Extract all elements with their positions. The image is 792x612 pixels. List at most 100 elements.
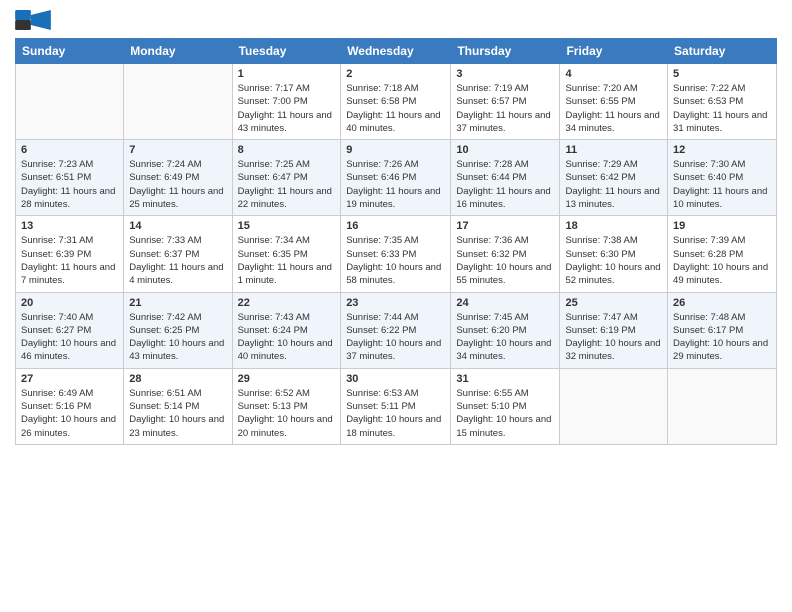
day-number: 13	[21, 220, 118, 232]
calendar-cell: 25 Sunrise: 7:47 AM Sunset: 6:19 PM Dayli…	[560, 292, 668, 368]
day-info: Sunrise: 7:25 AM Sunset: 6:47 PM Dayligh…	[238, 158, 336, 211]
day-info: Sunrise: 7:38 AM Sunset: 6:30 PM Dayligh…	[565, 234, 662, 287]
day-info: Sunrise: 6:49 AM Sunset: 5:16 PM Dayligh…	[21, 387, 118, 440]
weekday-header-tuesday: Tuesday	[232, 39, 341, 64]
day-info: Sunrise: 7:34 AM Sunset: 6:35 PM Dayligh…	[238, 234, 336, 287]
day-number: 18	[565, 220, 662, 232]
day-number: 21	[129, 297, 226, 309]
calendar-cell: 3 Sunrise: 7:19 AM Sunset: 6:57 PM Daylig…	[451, 64, 560, 140]
day-number: 29	[238, 373, 336, 385]
day-info: Sunrise: 7:29 AM Sunset: 6:42 PM Dayligh…	[565, 158, 662, 211]
calendar-cell: 18 Sunrise: 7:38 AM Sunset: 6:30 PM Dayli…	[560, 216, 668, 292]
day-info: Sunrise: 7:26 AM Sunset: 6:46 PM Dayligh…	[346, 158, 445, 211]
day-number: 28	[129, 373, 226, 385]
day-info: Sunrise: 7:48 AM Sunset: 6:17 PM Dayligh…	[673, 311, 771, 364]
calendar-cell: 7 Sunrise: 7:24 AM Sunset: 6:49 PM Daylig…	[124, 140, 232, 216]
day-number: 27	[21, 373, 118, 385]
calendar-cell	[668, 368, 777, 444]
calendar-cell: 4Sunrise: 7:20 AM Sunset: 6:55 PM Daylig…	[560, 64, 668, 140]
calendar-week-row: 6 Sunrise: 7:23 AM Sunset: 6:51 PM Daylig…	[16, 140, 777, 216]
day-number: 16	[346, 220, 445, 232]
day-number: 11	[565, 144, 662, 156]
day-number: 14	[129, 220, 226, 232]
calendar-cell: 5Sunrise: 7:22 AM Sunset: 6:53 PM Daylig…	[668, 64, 777, 140]
calendar-cell: 20 Sunrise: 7:40 AM Sunset: 6:27 PM Dayli…	[16, 292, 124, 368]
calendar-cell: 13 Sunrise: 7:31 AM Sunset: 6:39 PM Dayli…	[16, 216, 124, 292]
day-info: Sunrise: 7:17 AM Sunset: 7:00 PM Dayligh…	[238, 82, 336, 135]
day-number: 15	[238, 220, 336, 232]
day-number: 17	[456, 220, 554, 232]
day-number: 1	[238, 68, 336, 80]
day-info: Sunrise: 7:18 AM Sunset: 6:58 PM Dayligh…	[346, 82, 445, 135]
weekday-header-wednesday: Wednesday	[341, 39, 451, 64]
day-info: Sunrise: 7:36 AM Sunset: 6:32 PM Dayligh…	[456, 234, 554, 287]
day-info: Sunrise: 6:55 AM Sunset: 5:10 PM Dayligh…	[456, 387, 554, 440]
logo-icon	[15, 10, 51, 30]
calendar-cell: 10 Sunrise: 7:28 AM Sunset: 6:44 PM Dayli…	[451, 140, 560, 216]
calendar-cell: 24 Sunrise: 7:45 AM Sunset: 6:20 PM Dayli…	[451, 292, 560, 368]
day-number: 26	[673, 297, 771, 309]
calendar-cell: 30 Sunrise: 6:53 AM Sunset: 5:11 PM Dayli…	[341, 368, 451, 444]
calendar-cell: 15 Sunrise: 7:34 AM Sunset: 6:35 PM Dayli…	[232, 216, 341, 292]
day-number: 23	[346, 297, 445, 309]
day-info: Sunrise: 7:31 AM Sunset: 6:39 PM Dayligh…	[21, 234, 118, 287]
day-info: Sunrise: 7:39 AM Sunset: 6:28 PM Dayligh…	[673, 234, 771, 287]
calendar-cell: 29 Sunrise: 6:52 AM Sunset: 5:13 PM Dayli…	[232, 368, 341, 444]
day-number: 6	[21, 144, 118, 156]
day-info: Sunrise: 7:23 AM Sunset: 6:51 PM Dayligh…	[21, 158, 118, 211]
day-number: 30	[346, 373, 445, 385]
day-info: Sunrise: 7:47 AM Sunset: 6:19 PM Dayligh…	[565, 311, 662, 364]
day-info: Sunrise: 7:44 AM Sunset: 6:22 PM Dayligh…	[346, 311, 445, 364]
day-info: Sunrise: 6:53 AM Sunset: 5:11 PM Dayligh…	[346, 387, 445, 440]
day-info: Sunrise: 7:24 AM Sunset: 6:49 PM Dayligh…	[129, 158, 226, 211]
day-number: 10	[456, 144, 554, 156]
page: SundayMondayTuesdayWednesdayThursdayFrid…	[0, 0, 792, 612]
day-number: 24	[456, 297, 554, 309]
weekday-header-friday: Friday	[560, 39, 668, 64]
day-number: 9	[346, 144, 445, 156]
calendar-week-row: 20 Sunrise: 7:40 AM Sunset: 6:27 PM Dayli…	[16, 292, 777, 368]
calendar-cell: 21 Sunrise: 7:42 AM Sunset: 6:25 PM Dayli…	[124, 292, 232, 368]
day-number: 8	[238, 144, 336, 156]
day-info: Sunrise: 7:40 AM Sunset: 6:27 PM Dayligh…	[21, 311, 118, 364]
calendar-cell	[560, 368, 668, 444]
weekday-header-sunday: Sunday	[16, 39, 124, 64]
day-info: Sunrise: 7:28 AM Sunset: 6:44 PM Dayligh…	[456, 158, 554, 211]
calendar-cell: 16 Sunrise: 7:35 AM Sunset: 6:33 PM Dayli…	[341, 216, 451, 292]
day-number: 12	[673, 144, 771, 156]
day-info: Sunrise: 7:45 AM Sunset: 6:20 PM Dayligh…	[456, 311, 554, 364]
calendar-cell: 17 Sunrise: 7:36 AM Sunset: 6:32 PM Dayli…	[451, 216, 560, 292]
day-info: Sunrise: 7:20 AM Sunset: 6:55 PM Dayligh…	[565, 82, 662, 135]
day-info: Sunrise: 7:43 AM Sunset: 6:24 PM Dayligh…	[238, 311, 336, 364]
day-info: Sunrise: 7:42 AM Sunset: 6:25 PM Dayligh…	[129, 311, 226, 364]
calendar-cell: 6 Sunrise: 7:23 AM Sunset: 6:51 PM Daylig…	[16, 140, 124, 216]
day-number: 25	[565, 297, 662, 309]
calendar-cell: 23 Sunrise: 7:44 AM Sunset: 6:22 PM Dayli…	[341, 292, 451, 368]
calendar-cell: 8 Sunrise: 7:25 AM Sunset: 6:47 PM Daylig…	[232, 140, 341, 216]
calendar-cell: 31Sunrise: 6:55 AM Sunset: 5:10 PM Dayli…	[451, 368, 560, 444]
day-info: Sunrise: 7:22 AM Sunset: 6:53 PM Dayligh…	[673, 82, 771, 135]
day-number: 2	[346, 68, 445, 80]
calendar-cell: 12Sunrise: 7:30 AM Sunset: 6:40 PM Dayli…	[668, 140, 777, 216]
weekday-header-row: SundayMondayTuesdayWednesdayThursdayFrid…	[16, 39, 777, 64]
calendar-cell: 26 Sunrise: 7:48 AM Sunset: 6:17 PM Dayli…	[668, 292, 777, 368]
calendar-table: SundayMondayTuesdayWednesdayThursdayFrid…	[15, 38, 777, 445]
calendar-cell	[16, 64, 124, 140]
day-number: 19	[673, 220, 771, 232]
day-info: Sunrise: 7:35 AM Sunset: 6:33 PM Dayligh…	[346, 234, 445, 287]
day-info: Sunrise: 6:52 AM Sunset: 5:13 PM Dayligh…	[238, 387, 336, 440]
calendar-cell	[124, 64, 232, 140]
day-number: 7	[129, 144, 226, 156]
calendar-cell: 22Sunrise: 7:43 AM Sunset: 6:24 PM Dayli…	[232, 292, 341, 368]
calendar-cell: 9 Sunrise: 7:26 AM Sunset: 6:46 PM Daylig…	[341, 140, 451, 216]
calendar-cell: 2 Sunrise: 7:18 AM Sunset: 6:58 PM Daylig…	[341, 64, 451, 140]
calendar-cell: 28Sunrise: 6:51 AM Sunset: 5:14 PM Dayli…	[124, 368, 232, 444]
weekday-header-saturday: Saturday	[668, 39, 777, 64]
calendar-cell: 1 Sunrise: 7:17 AM Sunset: 7:00 PM Daylig…	[232, 64, 341, 140]
day-number: 3	[456, 68, 554, 80]
calendar-week-row: 27 Sunrise: 6:49 AM Sunset: 5:16 PM Dayli…	[16, 368, 777, 444]
calendar-week-row: 1 Sunrise: 7:17 AM Sunset: 7:00 PM Daylig…	[16, 64, 777, 140]
weekday-header-thursday: Thursday	[451, 39, 560, 64]
day-number: 20	[21, 297, 118, 309]
day-info: Sunrise: 7:19 AM Sunset: 6:57 PM Dayligh…	[456, 82, 554, 135]
